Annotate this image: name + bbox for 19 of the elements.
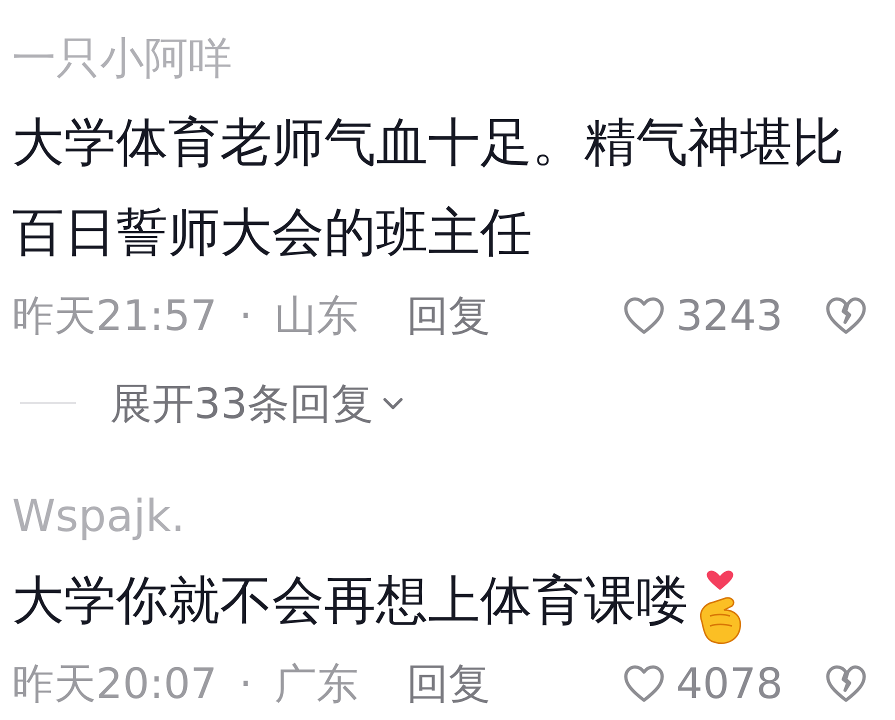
expand-replies-button[interactable]: 展开33条回复 bbox=[110, 372, 408, 434]
comment-text: 大学你就不会再想上体育课喽 bbox=[12, 556, 871, 646]
separator-dot: · bbox=[239, 658, 252, 710]
reply-button[interactable]: 回复 bbox=[406, 284, 490, 346]
comment-location: 山东 bbox=[274, 290, 358, 342]
broken-heart-icon[interactable] bbox=[824, 295, 868, 335]
heart-icon[interactable] bbox=[622, 663, 666, 703]
like-count: 3243 bbox=[676, 290, 783, 342]
reply-button[interactable]: 回复 bbox=[406, 652, 490, 714]
broken-heart-icon[interactable] bbox=[824, 663, 868, 703]
separator-dot: · bbox=[239, 290, 252, 342]
comment-location: 广东 bbox=[274, 658, 358, 710]
comment-time: 昨天21:57 bbox=[12, 290, 218, 342]
like-count: 4078 bbox=[676, 658, 783, 710]
comment-time: 昨天20:07 bbox=[12, 658, 218, 710]
username[interactable]: Wspajk. bbox=[12, 484, 186, 550]
username[interactable]: 一只小阿咩 bbox=[12, 26, 232, 92]
comment-text: 大学体育老师气血十足。精气神堪比百日誓师大会的班主任 bbox=[12, 112, 845, 265]
heart-icon[interactable] bbox=[622, 295, 666, 335]
